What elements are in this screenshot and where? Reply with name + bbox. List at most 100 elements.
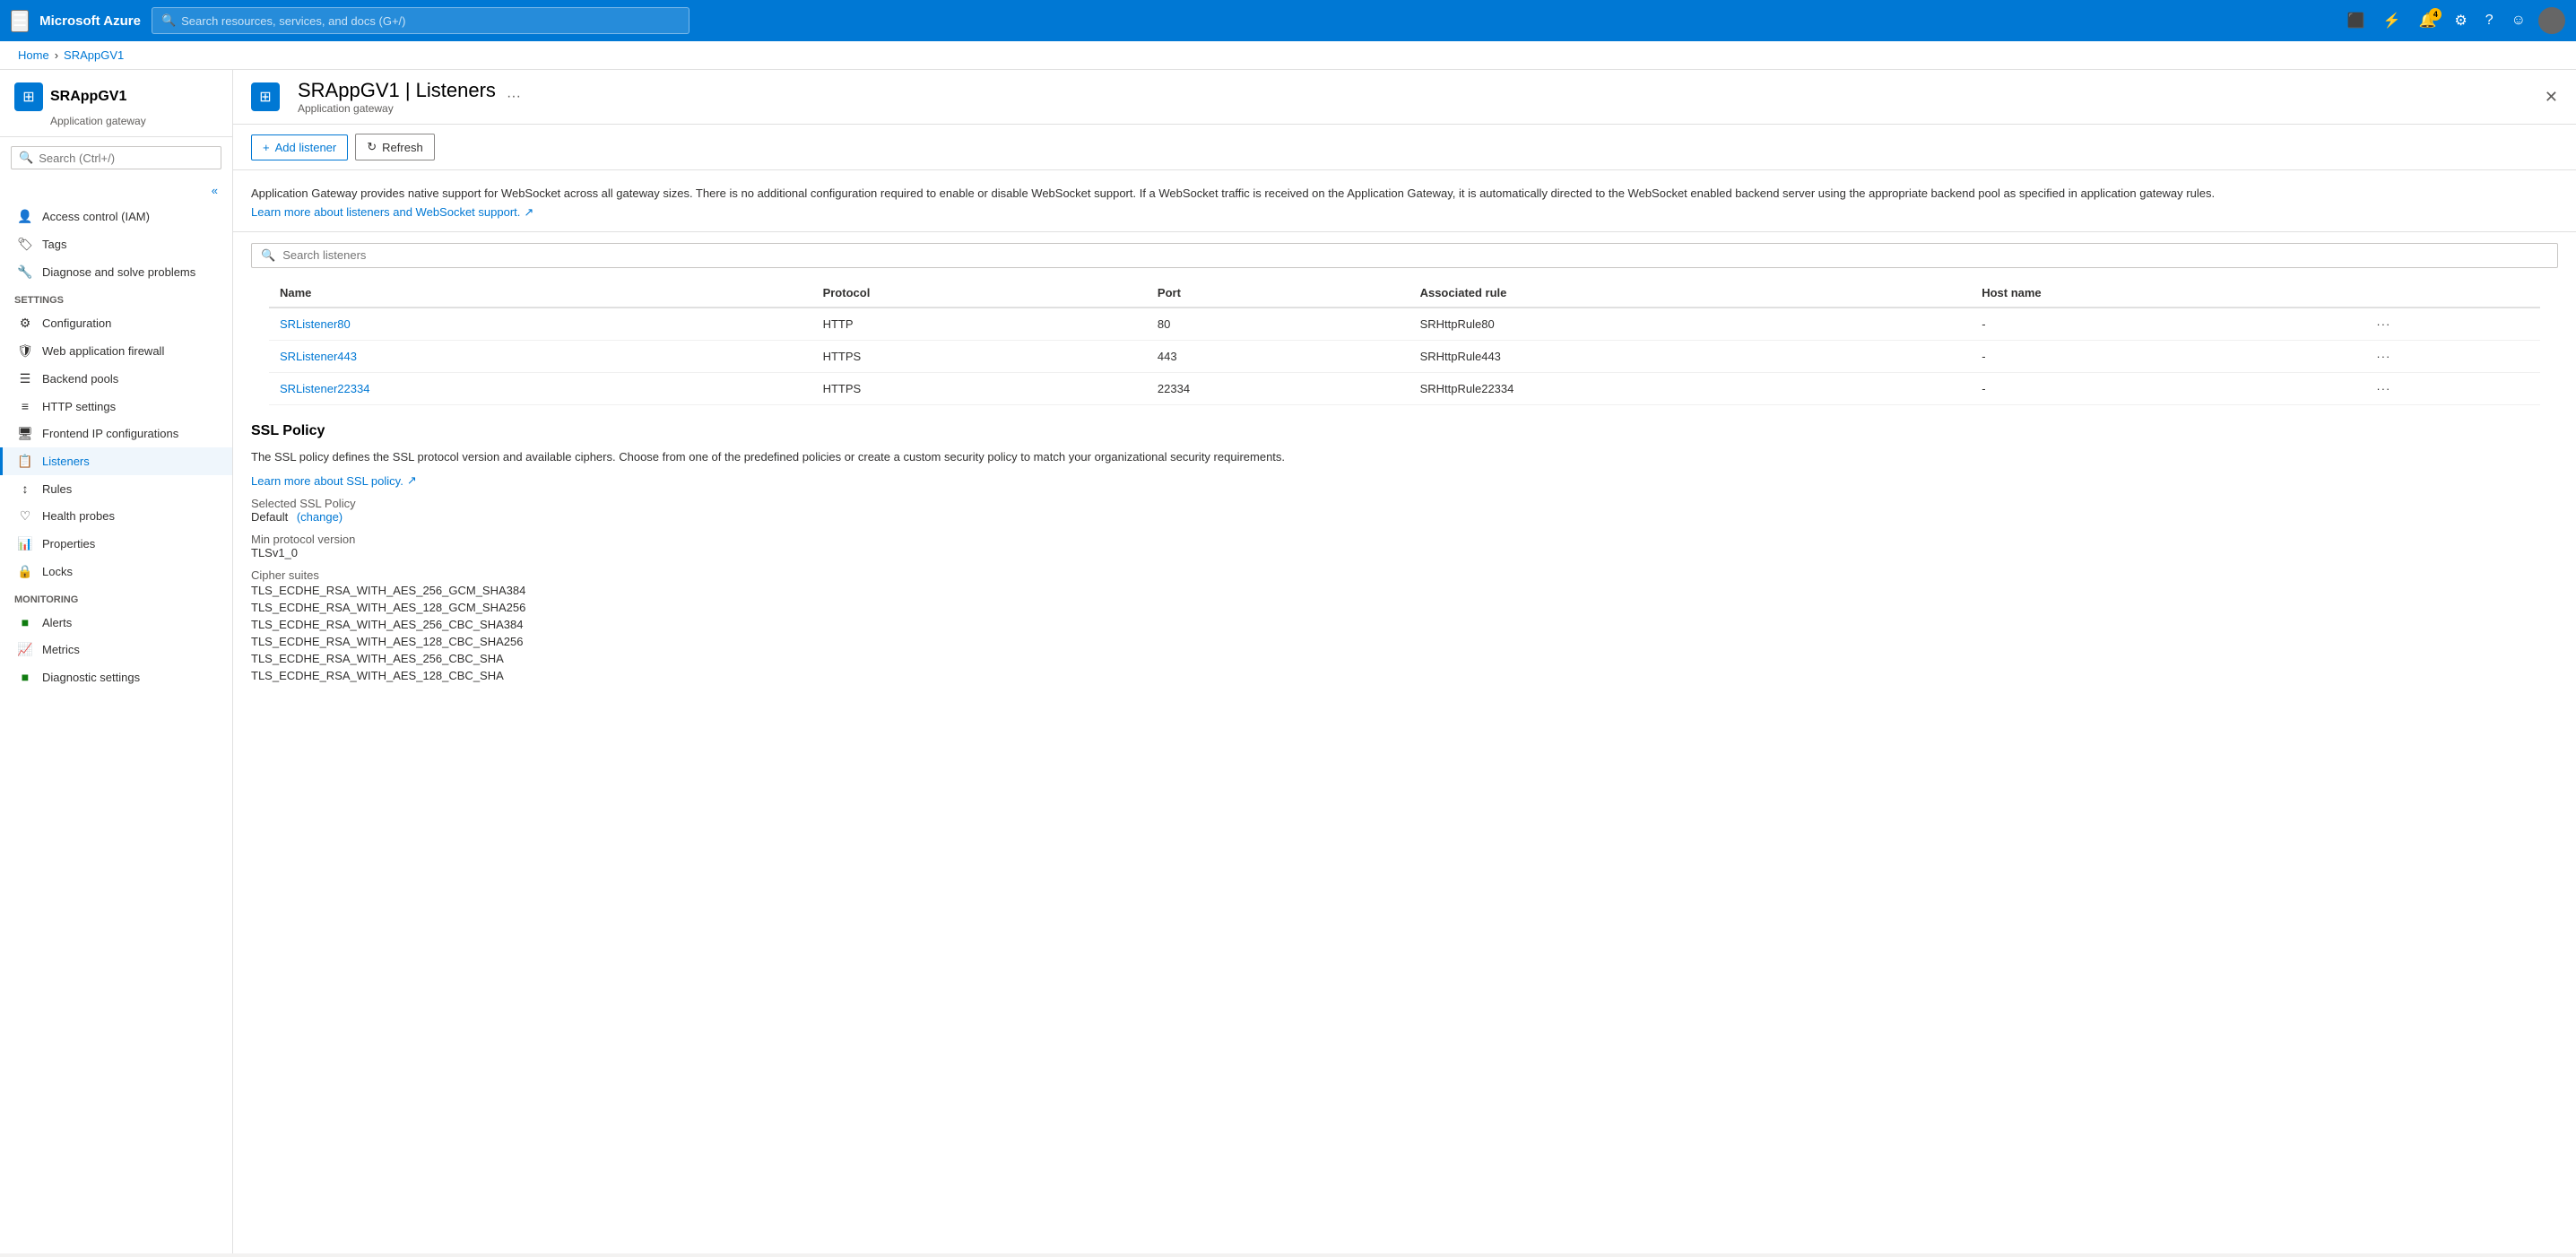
sidebar-item-alerts[interactable]: ■ Alerts xyxy=(0,609,232,636)
selected-ssl-value: Default (change) xyxy=(251,510,2558,524)
sidebar-item-diagnose[interactable]: 🔧 Diagnose and solve problems xyxy=(0,258,232,286)
col-rule: Associated rule xyxy=(1409,279,1972,308)
refresh-icon: ↻ xyxy=(367,140,377,154)
http-settings-icon: ≡ xyxy=(17,399,33,413)
settings-button[interactable]: ⚙ xyxy=(2449,8,2472,33)
content-area: ⊞ SRAppGV1 | Listeners Application gatew… xyxy=(233,70,2576,1253)
add-listener-label: Add listener xyxy=(275,141,337,154)
external-link-icon: ↗ xyxy=(524,204,533,222)
row-actions-btn[interactable]: ··· xyxy=(2365,308,2540,341)
col-protocol: Protocol xyxy=(812,279,1147,308)
feedback-button[interactable]: ☺ xyxy=(2506,9,2531,32)
cipher-suites-label: Cipher suites xyxy=(251,568,2558,582)
cipher-item: TLS_ECDHE_RSA_WITH_AES_128_CBC_SHA256 xyxy=(251,633,2558,650)
row-actions-btn[interactable]: ··· xyxy=(2365,340,2540,372)
refresh-button[interactable]: ↻ Refresh xyxy=(355,134,434,160)
breadcrumb-home[interactable]: Home xyxy=(18,48,49,62)
rules-icon: ↕ xyxy=(17,481,33,496)
cloud-shell-button[interactable]: ⬛ xyxy=(2342,8,2371,33)
topbar: ☰ Microsoft Azure 🔍 Search resources, se… xyxy=(0,0,2576,41)
min-protocol-value: TLSv1_0 xyxy=(251,546,2558,559)
row-name[interactable]: SRListener80 xyxy=(269,308,812,341)
info-link[interactable]: Learn more about listeners and WebSocket… xyxy=(251,204,533,222)
sidebar-search-input[interactable] xyxy=(39,152,213,165)
sidebar-item-label: Diagnostic settings xyxy=(42,671,140,684)
ssl-change-link[interactable]: (change) xyxy=(297,510,343,524)
row-hostname: - xyxy=(1971,340,2365,372)
search-icon: 🔍 xyxy=(161,13,176,28)
page-title: SRAppGV1 | Listeners xyxy=(298,79,496,102)
listeners-icon: 📋 xyxy=(17,454,33,469)
sidebar-item-label: Frontend IP configurations xyxy=(42,427,178,440)
sidebar-item-web-application-firewall[interactable]: 🛡 Web application firewall xyxy=(0,337,232,365)
avatar[interactable] xyxy=(2538,7,2565,34)
sidebar-item-label: Diagnose and solve problems xyxy=(42,265,195,279)
info-text: Application Gateway provides native supp… xyxy=(251,185,2558,204)
table-row: SRListener443 HTTPS 443 SRHttpRule443 - … xyxy=(269,340,2540,372)
sidebar-search[interactable]: 🔍 xyxy=(11,146,221,169)
listeners-table-container: Name Protocol Port Associated rule Host … xyxy=(233,279,2576,405)
sidebar-item-label: Properties xyxy=(42,537,95,550)
sidebar-item-label: Alerts xyxy=(42,616,72,629)
row-rule: SRHttpRule80 xyxy=(1409,308,1972,341)
help-button[interactable]: ? xyxy=(2480,9,2499,32)
sidebar-item-listeners[interactable]: 📋 Listeners xyxy=(0,447,232,475)
sidebar-search-icon: 🔍 xyxy=(19,151,33,165)
sidebar-item-frontend-ip[interactable]: 🖥 Frontend IP configurations xyxy=(0,420,232,447)
hamburger-menu-button[interactable]: ☰ xyxy=(11,10,29,32)
more-options-button[interactable]: ··· xyxy=(507,89,521,105)
listeners-search-icon: 🔍 xyxy=(261,248,275,263)
info-link-text: Learn more about listeners and WebSocket… xyxy=(251,204,520,222)
sidebar-item-access-control[interactable]: 👤 Access control (IAM) xyxy=(0,203,232,230)
ssl-link-text: Learn more about SSL policy. xyxy=(251,474,403,488)
close-button[interactable]: ✕ xyxy=(2545,88,2558,107)
row-rule: SRHttpRule22334 xyxy=(1409,372,1972,404)
diagnostic-icon: ■ xyxy=(17,670,33,684)
sidebar-item-label: Health probes xyxy=(42,509,115,523)
col-name: Name xyxy=(269,279,812,308)
frontend-ip-icon: 🖥 xyxy=(17,426,33,441)
sidebar-item-rules[interactable]: ↕ Rules xyxy=(0,475,232,502)
sidebar-item-http-settings[interactable]: ≡ HTTP settings xyxy=(0,393,232,420)
sidebar-resource-subtitle: Application gateway xyxy=(14,115,218,127)
col-hostname: Host name xyxy=(1971,279,2365,308)
cipher-item: TLS_ECDHE_RSA_WITH_AES_128_CBC_SHA xyxy=(251,667,2558,684)
sidebar-item-properties[interactable]: 📊 Properties xyxy=(0,530,232,558)
row-name[interactable]: SRListener443 xyxy=(269,340,812,372)
sidebar-item-metrics[interactable]: 📈 Metrics xyxy=(0,636,232,663)
listeners-search-input[interactable] xyxy=(282,248,2548,262)
row-protocol: HTTPS xyxy=(812,372,1147,404)
sidebar-item-tags[interactable]: 🏷 Tags xyxy=(0,230,232,258)
notifications-button[interactable]: 🔔 4 xyxy=(2413,8,2442,33)
add-listener-button[interactable]: + Add listener xyxy=(251,134,348,160)
row-protocol: HTTPS xyxy=(812,340,1147,372)
ssl-learn-more-link[interactable]: Learn more about SSL policy. ↗ xyxy=(251,473,417,488)
min-protocol-label: Min protocol version xyxy=(251,533,2558,546)
waf-icon: 🛡 xyxy=(17,343,33,359)
listeners-search-box[interactable]: 🔍 xyxy=(251,243,2558,268)
sidebar-item-label: Web application firewall xyxy=(42,344,164,358)
row-actions-btn[interactable]: ··· xyxy=(2365,372,2540,404)
main-layout: ⊞ SRAppGV1 Application gateway 🔍 « 👤 Acc… xyxy=(0,70,2576,1253)
directory-button[interactable]: ⚡ xyxy=(2378,8,2407,33)
alerts-icon: ■ xyxy=(17,615,33,629)
sidebar-resource-title: SRAppGV1 xyxy=(50,89,126,105)
page-subtitle: Application gateway xyxy=(298,102,496,115)
sidebar-item-label: HTTP settings xyxy=(42,400,116,413)
sidebar-collapse-button[interactable]: « xyxy=(0,178,232,203)
sidebar: ⊞ SRAppGV1 Application gateway 🔍 « 👤 Acc… xyxy=(0,70,233,1253)
listeners-table: Name Protocol Port Associated rule Host … xyxy=(269,279,2540,405)
row-hostname: - xyxy=(1971,308,2365,341)
monitoring-section-label: Monitoring xyxy=(0,585,232,609)
sidebar-item-configuration[interactable]: ⚙ Configuration xyxy=(0,309,232,337)
resource-icon: ⊞ xyxy=(14,82,43,111)
row-name[interactable]: SRListener22334 xyxy=(269,372,812,404)
breadcrumb-resource[interactable]: SRAppGV1 xyxy=(64,48,124,62)
sidebar-item-backend-pools[interactable]: ☰ Backend pools xyxy=(0,365,232,393)
sidebar-item-locks[interactable]: 🔒 Locks xyxy=(0,558,232,585)
sidebar-item-label: Configuration xyxy=(42,316,111,330)
global-search-box[interactable]: 🔍 Search resources, services, and docs (… xyxy=(152,7,690,34)
sidebar-item-health-probes[interactable]: ♡ Health probes xyxy=(0,502,232,530)
sidebar-item-diagnostic-settings[interactable]: ■ Diagnostic settings xyxy=(0,663,232,690)
azure-logo: Microsoft Azure xyxy=(39,13,141,29)
